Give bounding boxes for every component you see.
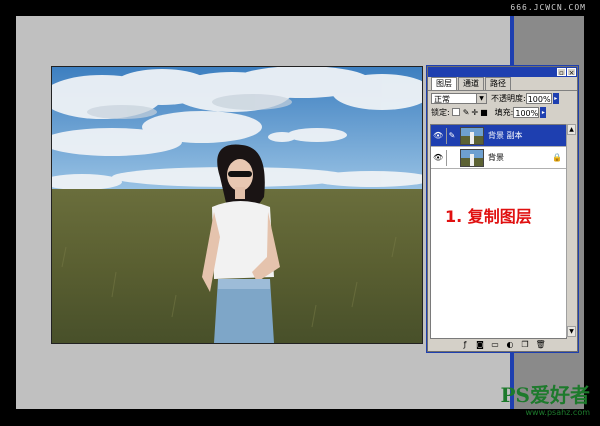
layer-mask-icon[interactable]: ◙	[476, 340, 485, 349]
scroll-down-icon[interactable]: ▼	[567, 326, 576, 337]
layers-scrollbar[interactable]: ▲ ▼	[566, 124, 576, 337]
opacity-label: 不透明度:	[491, 93, 526, 103]
tab-channels[interactable]: 通道	[458, 77, 484, 90]
layer-thumbnail	[460, 126, 484, 145]
layer-style-icon[interactable]: ƒ	[461, 340, 470, 349]
layers-list: 👁 ✎ 背景 副本 👁 背景 🔒 1. 复制图层	[430, 124, 567, 339]
site-logo: PS爱好者 www.psahz.com	[501, 385, 590, 422]
minimize-icon[interactable]: ▫	[557, 68, 566, 77]
panel-tabs: 图层 通道 路径	[428, 77, 577, 91]
tab-layers[interactable]: 图层	[431, 77, 457, 90]
eye-icon[interactable]: 👁	[433, 153, 443, 163]
panel-bottom-bar: ƒ ◙ ▭ ◐ ❐ 🗑	[430, 339, 575, 350]
opacity-arrow-icon[interactable]: ▸	[552, 92, 559, 104]
blend-opacity-row: 正常 ▼ 不透明度: 100% ▸	[428, 91, 577, 105]
lock-icon: 🔒	[552, 153, 562, 162]
lock-paint-icon[interactable]: ✎	[463, 108, 470, 117]
layer-row-background[interactable]: 👁 背景 🔒	[431, 147, 566, 169]
chevron-down-icon[interactable]: ▼	[476, 93, 486, 103]
link-slot[interactable]	[446, 149, 457, 166]
fill-field[interactable]: 100%	[513, 106, 540, 118]
lock-label: 锁定:	[431, 107, 450, 117]
layer-row-bg-copy[interactable]: 👁 ✎ 背景 副本	[431, 125, 566, 147]
adjustment-layer-icon[interactable]: ◐	[506, 340, 515, 349]
canvas-photo[interactable]	[51, 66, 423, 344]
opacity-field[interactable]: 100%	[525, 92, 552, 104]
delete-layer-icon[interactable]: 🗑	[536, 340, 546, 349]
lock-transparency-icon[interactable]	[451, 108, 460, 116]
lock-move-icon[interactable]: ✛	[471, 108, 478, 117]
layers-panel: ▫ × 图层 通道 路径 正常 ▼ 不透明度: 100% ▸ 锁定: ✎ ✛ ■…	[427, 66, 578, 352]
new-group-icon[interactable]: ▭	[491, 340, 500, 349]
brush-icon[interactable]: ✎	[446, 127, 457, 144]
blend-mode-select[interactable]: 正常 ▼	[431, 92, 487, 104]
blend-mode-value: 正常	[434, 94, 450, 104]
panel-titlebar[interactable]: ▫ ×	[428, 67, 577, 77]
lock-fill-row: 锁定: ✎ ✛ ■ 填充: 100% ▸	[428, 105, 577, 119]
fill-label: 填充:	[494, 107, 514, 117]
photo-image	[52, 67, 422, 343]
tab-paths[interactable]: 路径	[485, 77, 511, 90]
step-label: 1. 复制图层	[445, 207, 532, 226]
layer-name: 背景	[488, 153, 504, 162]
lock-all-icon[interactable]: ■	[480, 108, 488, 117]
scroll-up-icon[interactable]: ▲	[567, 124, 576, 135]
layer-name: 背景 副本	[488, 131, 523, 140]
layer-thumbnail	[460, 148, 484, 167]
site-watermark: 666.JCWCN.COM	[510, 3, 586, 12]
close-icon[interactable]: ×	[567, 68, 576, 77]
eye-icon[interactable]: 👁	[433, 131, 443, 141]
new-layer-icon[interactable]: ❐	[521, 340, 530, 349]
fill-arrow-icon[interactable]: ▸	[540, 106, 547, 118]
